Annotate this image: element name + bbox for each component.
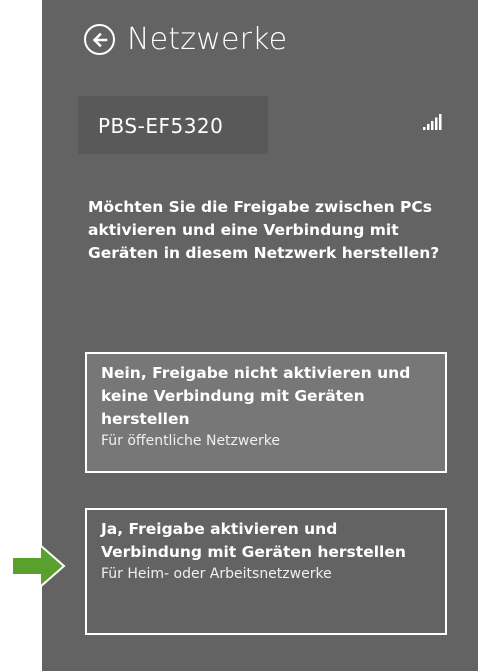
page-title: Netzwerke [127,21,288,57]
back-arrow-icon [92,32,107,47]
back-button[interactable] [84,24,115,55]
signal-strength-icon [423,114,442,130]
option-no-subtitle: Für öffentliche Netzwerke [101,433,280,449]
network-item[interactable]: PBS-EF5320 [78,96,268,154]
network-name: PBS-EF5320 [98,114,224,138]
sharing-question: Möchten Sie die Freigabe zwischen PCs ak… [88,198,440,262]
option-no-sharing-button[interactable]: Nein, Freigabe nicht aktivieren und kein… [85,352,447,473]
page: Netzwerke PBS-EF5320 Möchten Sie die Fre… [0,0,478,671]
option-no-title: Nein, Freigabe nicht aktivieren und kein… [101,364,411,428]
option-yes-subtitle: Für Heim- oder Arbeitsnetzwerke [101,566,332,582]
panel-header: Netzwerke [84,24,287,55]
network-settings-panel: Netzwerke PBS-EF5320 Möchten Sie die Fre… [42,0,478,671]
option-yes-sharing-button[interactable]: Ja, Freigabe aktivieren und Verbindung m… [85,508,447,635]
pointer-arrow-icon [11,543,66,589]
option-yes-title: Ja, Freigabe aktivieren und Verbindung m… [101,520,406,561]
